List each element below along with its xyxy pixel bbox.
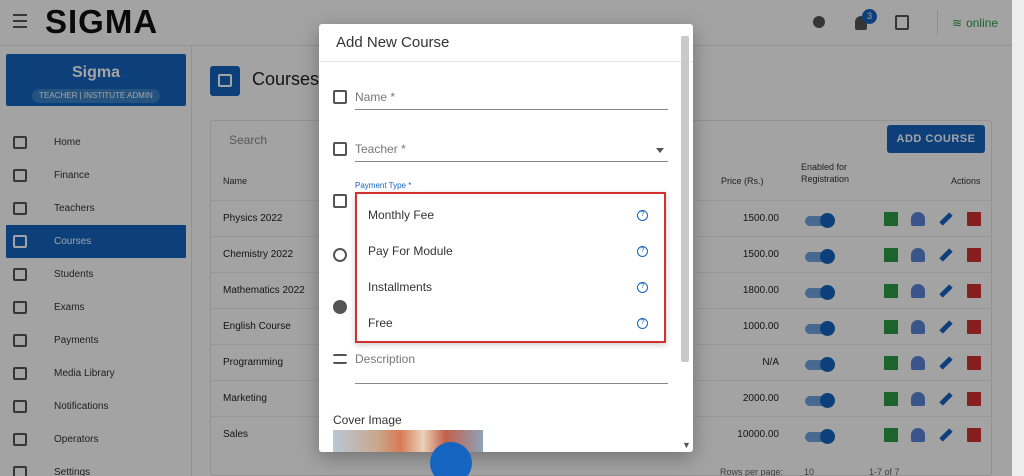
chevron-down-icon: [656, 148, 664, 153]
payment-option-free[interactable]: Free?: [357, 305, 664, 341]
bookmark-icon: [333, 90, 347, 104]
floating-action-button[interactable]: [430, 442, 472, 476]
option-label: Installments: [368, 280, 433, 294]
teacher-select[interactable]: Teacher *: [355, 136, 668, 162]
whatsapp-icon: [333, 248, 347, 262]
description-icon: [333, 354, 347, 364]
dialog-divider: [319, 61, 693, 62]
dialog-title: Add New Course: [336, 34, 450, 51]
scroll-down-icon[interactable]: ▼: [682, 440, 691, 450]
name-field[interactable]: Name *: [355, 84, 668, 110]
option-label: Pay For Module: [368, 244, 453, 258]
help-icon[interactable]: ?: [637, 318, 648, 329]
teacher-icon: [333, 142, 347, 156]
payment-type-label: Payment Type *: [355, 181, 412, 190]
description-label: Description: [355, 352, 416, 366]
payment-type-icon: [333, 194, 347, 208]
help-icon[interactable]: ?: [637, 282, 648, 293]
payment-option-monthly-fee[interactable]: Monthly Fee?: [357, 197, 664, 233]
add-course-dialog: Add New Course ▼ Name * Teacher * Paymen…: [319, 24, 693, 452]
page-scrollbar[interactable]: [1012, 0, 1024, 476]
teacher-select-label: Teacher *: [355, 142, 406, 156]
description-field[interactable]: Description: [355, 346, 668, 384]
payment-type-dropdown: Monthly Fee? Pay For Module? Installment…: [355, 192, 666, 343]
option-label: Free: [368, 316, 393, 330]
app: SIGMA 3 ≋ online Sigma TEACHER | INSTITUT…: [0, 0, 1024, 476]
name-field-label: Name *: [355, 90, 396, 104]
payment-option-pay-for-module[interactable]: Pay For Module?: [357, 233, 664, 269]
help-icon[interactable]: ?: [637, 210, 648, 221]
help-icon[interactable]: ?: [637, 246, 648, 257]
dialog-scrollbar[interactable]: [681, 36, 689, 362]
cover-image-label: Cover Image: [333, 413, 402, 427]
play-icon: [333, 300, 347, 314]
payment-option-installments[interactable]: Installments?: [357, 269, 664, 305]
option-label: Monthly Fee: [368, 208, 435, 222]
